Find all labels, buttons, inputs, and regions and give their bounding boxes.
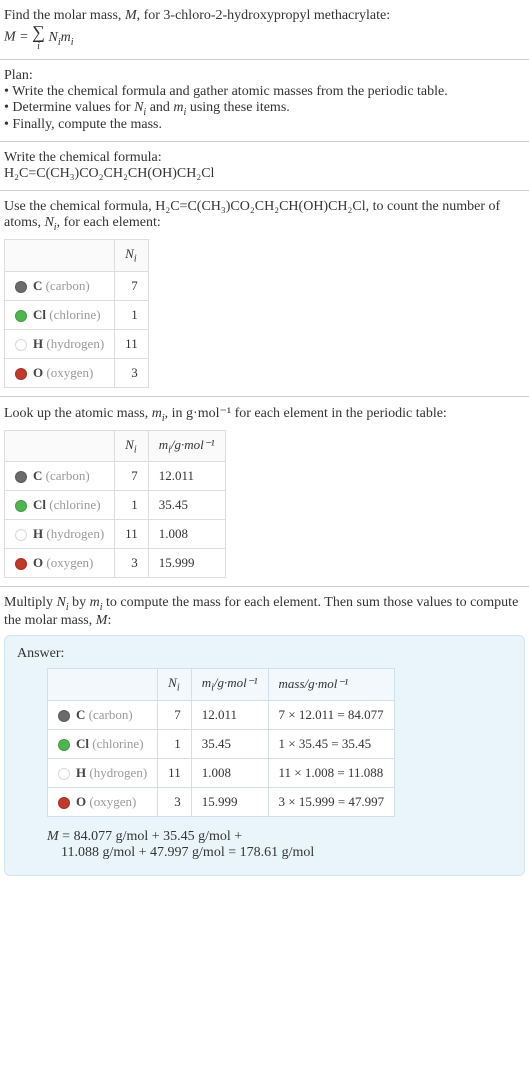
mass-table: Ni mi/g·mol⁻¹ mass/g·mol⁻¹ C (carbon) 7 …: [47, 668, 395, 817]
col-Ni: Ni: [158, 668, 192, 700]
atomic-mass-table: Ni mi/g·mol⁻¹ C (carbon) 7 12.011 Cl (ch…: [4, 430, 226, 579]
answer-section: Multiply Ni by mi to compute the mass fo…: [0, 587, 529, 883]
lookup-text: Look up the atomic mass, mi, in g·mol⁻¹ …: [4, 405, 525, 424]
element-dot-icon: [58, 768, 70, 780]
intro-text: Find the molar mass, M, for 3-chloro-2-h…: [4, 8, 525, 24]
plan-bullet-3: • Finally, compute the mass.: [4, 117, 525, 133]
answer-label: Answer:: [17, 646, 512, 662]
plan-section: Plan: • Write the chemical formula and g…: [0, 60, 529, 143]
chemical-formula: H₂C=C(CH₃)CO₂CH₂CH(OH)CH₂Cl: [4, 166, 525, 182]
count-atoms-section: Use the chemical formula, H₂C=C(CH₃)CO₂C…: [0, 191, 529, 396]
plan-bullet-2: • Determine values for Ni and mi using t…: [4, 100, 525, 118]
intro-section: Find the molar mass, M, for 3-chloro-2-h…: [0, 0, 529, 60]
molar-mass-equation: M = ∑ i Nimi: [4, 24, 525, 51]
table-row: H (hydrogen) 11 1.008 11 × 1.008 = 11.08…: [48, 758, 395, 787]
table-header-row: Ni mi/g·mol⁻¹ mass/g·mol⁻¹: [48, 668, 395, 700]
col-Ni: Ni: [115, 430, 149, 462]
write-formula-heading: Write the chemical formula:: [4, 150, 525, 166]
table-row: O (oxygen) 3: [5, 358, 149, 387]
element-dot-icon: [58, 710, 70, 722]
col-mi: mi/g·mol⁻¹: [148, 430, 225, 462]
sigma-icon: ∑ i: [32, 24, 45, 51]
table-row: Cl (chlorine) 1 35.45: [5, 491, 226, 520]
table-header-row: Ni mi/g·mol⁻¹: [5, 430, 226, 462]
element-dot-icon: [58, 797, 70, 809]
col-Ni: Ni: [115, 240, 149, 272]
element-dot-icon: [15, 281, 27, 293]
element-dot-icon: [15, 529, 27, 541]
element-dot-icon: [15, 558, 27, 570]
col-mass: mass/g·mol⁻¹: [268, 668, 395, 700]
table-row: O (oxygen) 3 15.999: [5, 549, 226, 578]
table-row: H (hydrogen) 11 1.008: [5, 520, 226, 549]
element-dot-icon: [15, 339, 27, 351]
plan-bullet-1: • Write the chemical formula and gather …: [4, 84, 525, 100]
table-row: C (carbon) 7: [5, 271, 149, 300]
element-dot-icon: [15, 368, 27, 380]
element-dot-icon: [15, 471, 27, 483]
table-row: Cl (chlorine) 1 35.45 1 × 35.45 = 35.45: [48, 729, 395, 758]
sum-line-1: M = 84.077 g/mol + 35.45 g/mol +: [47, 829, 512, 845]
multiply-text: Multiply Ni by mi to compute the mass fo…: [4, 595, 525, 629]
element-dot-icon: [15, 310, 27, 322]
lookup-section: Look up the atomic mass, mi, in g·mol⁻¹ …: [0, 397, 529, 587]
col-mi: mi/g·mol⁻¹: [191, 668, 268, 700]
table-header-row: Ni: [5, 240, 149, 272]
element-dot-icon: [58, 739, 70, 751]
table-row: C (carbon) 7 12.011 7 × 12.011 = 84.077: [48, 700, 395, 729]
count-atoms-text: Use the chemical formula, H₂C=C(CH₃)CO₂C…: [4, 199, 525, 233]
element-dot-icon: [15, 500, 27, 512]
table-row: Cl (chlorine) 1: [5, 300, 149, 329]
sum-line-2: 11.088 g/mol + 47.997 g/mol = 178.61 g/m…: [47, 845, 512, 861]
table-row: H (hydrogen) 11: [5, 329, 149, 358]
table-row: C (carbon) 7 12.011: [5, 462, 226, 491]
plan-heading: Plan:: [4, 68, 525, 84]
atom-count-table: Ni C (carbon) 7 Cl (chlorine) 1 H (hydro…: [4, 239, 149, 388]
table-row: O (oxygen) 3 15.999 3 × 15.999 = 47.997: [48, 787, 395, 816]
write-formula-section: Write the chemical formula: H₂C=C(CH₃)CO…: [0, 142, 529, 191]
answer-box: Answer: Ni mi/g·mol⁻¹ mass/g·mol⁻¹ C (ca…: [4, 635, 525, 876]
